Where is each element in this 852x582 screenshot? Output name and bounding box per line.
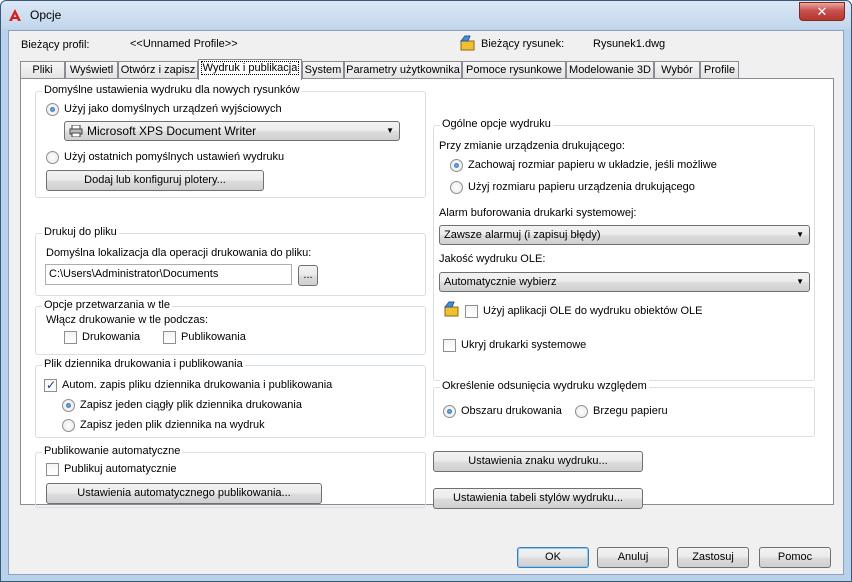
spool-alert-value: Zawsze alarmuj (i zapisuj błędy) — [444, 229, 601, 241]
general-plot-options-group: Ogólne opcje wydruku Przy zmianie urządz… — [433, 118, 815, 381]
hide-system-printers-label: Ukryj drukarki systemowe — [461, 339, 587, 351]
log-file-group: Plik dziennika drukowania i publikowania… — [35, 358, 426, 438]
per-print-log-label: Zapisz jeden plik dziennika na wydruk — [80, 419, 265, 431]
use-device-paper-size-radio[interactable] — [450, 181, 463, 194]
output-device-value: Microsoft XPS Document Writer — [87, 124, 257, 138]
auto-publish-group: Publikowanie automatyczne Publikuj autom… — [35, 445, 426, 508]
drawing-file-icon — [459, 35, 475, 51]
use-default-device-radio[interactable] — [46, 103, 59, 116]
default-location-label: Domyślna lokalizacja dla operacji drukow… — [46, 247, 312, 259]
apply-button[interactable]: Zastosuj — [677, 547, 749, 568]
current-profile-value: <<Unnamed Profile>> — [130, 38, 238, 50]
background-subtitle: Włącz drukowanie w tle podczas: — [46, 314, 209, 326]
auto-save-log-checkbox[interactable] — [44, 378, 57, 392]
plot-stamp-settings-button[interactable]: Ustawienia znaku wydruku... — [433, 451, 643, 472]
use-ole-app-checkbox[interactable] — [465, 305, 478, 318]
close-button[interactable]: ✕ — [799, 2, 845, 21]
default-print-settings-group: Domyślne ustawienia wydruku dla nowych r… — [35, 84, 426, 198]
tab-pliki[interactable]: Pliki — [20, 61, 65, 79]
tab-wyswietl[interactable]: Wyświetl — [65, 61, 118, 79]
window-title: Opcje — [30, 8, 62, 22]
ole-drawing-icon — [443, 301, 459, 317]
printable-area-radio[interactable] — [443, 405, 456, 418]
continuous-log-radio[interactable] — [62, 399, 75, 412]
paper-edge-label: Brzegu papieru — [593, 405, 668, 417]
background-processing-group: Opcje przetwarzania w tle Włącz drukowan… — [35, 299, 426, 355]
background-printing-checkbox[interactable] — [64, 331, 77, 344]
ole-quality-select[interactable]: Automatycznie wybierz ▼ — [439, 272, 810, 292]
tab-system[interactable]: System — [302, 61, 344, 79]
group-title: Określenie odsunięcia wydruku względem — [440, 380, 649, 392]
browse-button[interactable]: ... — [298, 265, 318, 286]
group-title: Plik dziennika drukowania i publikowania — [42, 358, 245, 370]
ole-quality-value: Automatycznie wybierz — [444, 276, 557, 288]
group-title: Opcje przetwarzania w tle — [42, 299, 172, 311]
auto-publish-checkbox[interactable] — [46, 463, 59, 476]
spool-alert-select[interactable]: Zawsze alarmuj (i zapisuj błędy) ▼ — [439, 225, 810, 245]
background-publishing-checkbox[interactable] — [163, 331, 176, 344]
keep-layout-paper-size-radio[interactable] — [450, 159, 463, 172]
background-publishing-label: Publikowania — [181, 331, 246, 343]
auto-publish-settings-button[interactable]: Ustawienia automatycznego publikowania..… — [46, 483, 322, 504]
tab-otworz-i-zapisz[interactable]: Otwórz i zapisz — [118, 61, 198, 79]
background-printing-label: Drukowania — [82, 331, 141, 343]
tab-wybor[interactable]: Wybór — [654, 61, 700, 79]
continuous-log-label: Zapisz jeden ciągły plik dziennika druko… — [80, 399, 302, 411]
plot-offset-group: Określenie odsunięcia wydruku względem O… — [433, 380, 815, 437]
options-window: Opcje ✕ Bieżący profil: <<Unnamed Profil… — [0, 0, 852, 582]
autocad-logo-icon — [9, 9, 21, 21]
hide-system-printers-checkbox[interactable] — [443, 339, 456, 352]
spool-alert-label: Alarm buforowania drukarki systemowej: — [439, 207, 637, 219]
chevron-down-icon: ▼ — [796, 277, 804, 286]
current-drawing-value: Rysunek1.dwg — [593, 38, 666, 50]
paper-edge-radio[interactable] — [575, 405, 588, 418]
auto-publish-label: Publikuj automatycznie — [64, 463, 177, 475]
tab-panel: Domyślne ustawienia wydruku dla nowych r… — [20, 78, 834, 509]
ok-button[interactable]: OK — [517, 547, 589, 568]
ole-quality-label: Jakość wydruku OLE: — [439, 253, 546, 265]
tab-modelowanie-3d[interactable]: Modelowanie 3D — [566, 61, 654, 79]
group-title: Ogólne opcje wydruku — [440, 118, 553, 130]
use-last-settings-label: Użyj ostatnich pomyślnych ustawień wydru… — [64, 151, 285, 163]
use-device-paper-size-label: Użyj rozmiaru papieru urządzenia drukują… — [468, 181, 695, 193]
per-print-log-radio[interactable] — [62, 419, 75, 432]
current-drawing-label: Bieżący rysunek: — [481, 38, 565, 50]
use-default-device-label: Użyj jako domyślnych urządzeń wyjściowyc… — [64, 103, 282, 115]
group-title: Drukuj do pliku — [42, 226, 119, 238]
add-plotters-button[interactable]: Dodaj lub konfiguruj plotery... — [46, 170, 264, 191]
use-ole-app-label: Użyj aplikacji OLE do wydruku obiektów O… — [483, 305, 703, 317]
print-to-file-group: Drukuj do pliku Domyślna lokalizacja dla… — [35, 226, 426, 296]
printable-area-label: Obszaru drukowania — [461, 405, 562, 417]
tab-wydruk-i-publikacja[interactable]: Wydruk i publikacja — [198, 59, 302, 80]
use-last-settings-radio[interactable] — [46, 151, 59, 164]
group-title: Domyślne ustawienia wydruku dla nowych r… — [42, 84, 302, 96]
plot-style-table-settings-button[interactable]: Ustawienia tabeli stylów wydruku... — [433, 488, 643, 509]
current-profile-label: Bieżący profil: — [21, 39, 90, 51]
tab-profile[interactable]: Profile — [700, 61, 739, 79]
printer-icon — [69, 125, 83, 137]
dialog-body: Bieżący profil: <<Unnamed Profile>> Bież… — [8, 30, 844, 575]
device-change-label: Przy zmianie urządzenia drukującego: — [439, 140, 625, 152]
auto-save-log-label: Autom. zapis pliku dziennika drukowania … — [62, 379, 333, 391]
chevron-down-icon: ▼ — [386, 126, 394, 135]
chevron-down-icon: ▼ — [796, 230, 804, 239]
help-button[interactable]: Pomoc — [759, 547, 831, 568]
cancel-button[interactable]: Anuluj — [597, 547, 669, 568]
keep-layout-paper-size-label: Zachowaj rozmiar papieru w układzie, jeś… — [468, 159, 717, 171]
output-device-select[interactable]: Microsoft XPS Document Writer ▼ — [64, 121, 400, 141]
tab-pomoce-rysunkowe[interactable]: Pomoce rysunkowe — [462, 61, 566, 79]
print-file-path-input[interactable]: C:\Users\Administrator\Documents — [45, 264, 292, 285]
tab-parametry-uzytkownika[interactable]: Parametry użytkownika — [344, 61, 462, 79]
title-bar: Opcje ✕ — [1, 1, 851, 29]
group-title: Publikowanie automatyczne — [42, 445, 183, 457]
